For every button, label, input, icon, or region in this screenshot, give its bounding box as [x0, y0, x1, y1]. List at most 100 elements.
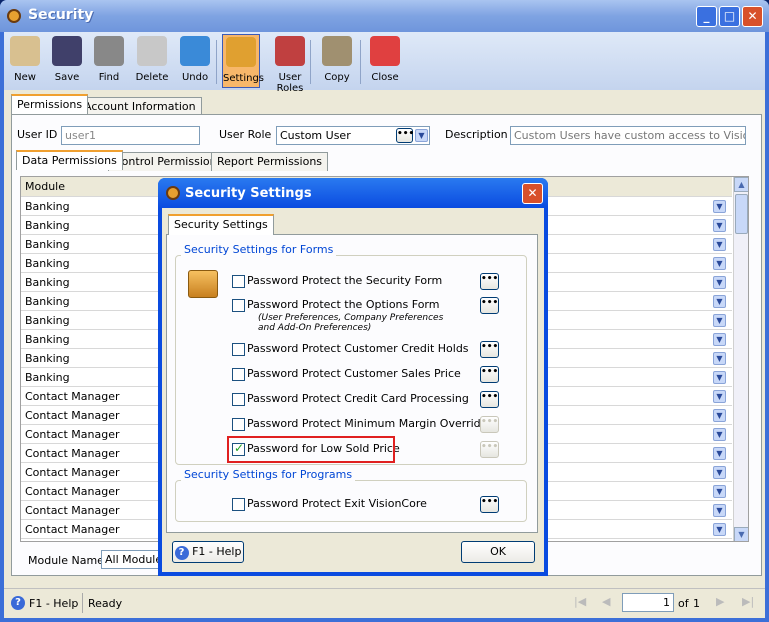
chevron-down-icon[interactable]: ▼ — [713, 390, 726, 403]
checkbox[interactable] — [232, 368, 245, 381]
minimize-button[interactable]: _ — [696, 6, 717, 27]
status-help[interactable]: F1 - Help — [29, 597, 78, 610]
configure-password-button[interactable]: ••• — [480, 273, 499, 290]
dialog-title-bar: Security Settings ✕ — [158, 178, 548, 208]
toolbar-label: Settings — [223, 73, 265, 84]
module-cell: Banking — [25, 371, 70, 384]
chevron-down-icon[interactable]: ▼ — [713, 352, 726, 365]
module-cell: Banking — [25, 219, 70, 232]
previous-page-icon[interactable]: ◀ — [602, 595, 610, 608]
dialog-help-button[interactable]: ? F1 - Help — [172, 541, 244, 563]
close-form-icon — [370, 36, 400, 66]
user-id-field[interactable]: user1 — [61, 126, 200, 145]
chevron-down-icon[interactable]: ▼ — [713, 219, 726, 232]
programs-group-label: Security Settings for Programs — [181, 468, 356, 481]
tab-report-permissions[interactable]: Report Permissions — [211, 152, 329, 171]
configure-password-button[interactable]: ••• — [480, 341, 499, 358]
module-cell: Banking — [25, 333, 70, 346]
toolbar-close-button[interactable]: Close — [367, 34, 403, 88]
ok-button[interactable]: OK — [461, 541, 535, 563]
highlight-box — [227, 436, 395, 463]
module-cell: Banking — [25, 276, 70, 289]
chevron-down-icon[interactable]: ▼ — [713, 257, 726, 270]
scroll-thumb[interactable] — [735, 194, 748, 234]
tab-security-settings[interactable]: Security Settings — [168, 214, 274, 235]
chevron-down-icon[interactable]: ▼ — [713, 295, 726, 308]
status-text: Ready — [88, 597, 123, 610]
module-cell: Contact Manager — [25, 428, 120, 441]
column-header-module[interactable]: Module — [25, 180, 65, 193]
window-title: Security — [28, 7, 94, 23]
first-page-icon[interactable]: |◀ — [574, 595, 586, 608]
module-cell: Contact Manager — [25, 390, 120, 403]
module-cell: Banking — [25, 257, 70, 270]
user-role-dropdown-icon[interactable]: ▼ — [415, 129, 428, 142]
lock-settings-icon — [226, 37, 256, 67]
chevron-down-icon[interactable]: ▼ — [713, 200, 726, 213]
checkbox[interactable] — [232, 393, 245, 406]
tab-data-permissions[interactable]: Data Permissions — [16, 150, 123, 170]
help-icon: ? — [11, 596, 25, 610]
maximize-button[interactable]: □ — [719, 6, 740, 27]
checkbox[interactable] — [232, 275, 245, 288]
chevron-down-icon[interactable]: ▼ — [713, 276, 726, 289]
next-page-icon[interactable]: ▶ — [716, 595, 724, 608]
scroll-down-button[interactable]: ▼ — [734, 527, 748, 541]
chevron-down-icon[interactable]: ▼ — [713, 504, 726, 517]
chevron-down-icon[interactable]: ▼ — [713, 314, 726, 327]
last-page-icon[interactable]: ▶| — [742, 595, 754, 608]
undo-icon — [180, 36, 210, 66]
forms-group-label: Security Settings for Forms — [181, 243, 337, 256]
trash-icon — [137, 36, 167, 66]
user-role-browse-button[interactable]: ••• — [396, 128, 414, 143]
page-number-input[interactable]: 1 — [622, 593, 674, 612]
chevron-down-icon[interactable]: ▼ — [713, 238, 726, 251]
dialog-close-button[interactable]: ✕ — [522, 183, 543, 204]
description-field[interactable]: Custom Users have custom access to Visio… — [510, 126, 746, 145]
chevron-down-icon[interactable]: ▼ — [713, 333, 726, 346]
toolbar-find-button[interactable]: Find — [92, 34, 126, 88]
configure-password-button[interactable]: ••• — [480, 297, 499, 314]
toolbar-label: Delete — [135, 72, 169, 83]
toolbar-save-button[interactable]: Save — [50, 34, 84, 88]
module-cell: Contact Manager — [25, 466, 120, 479]
chevron-down-icon[interactable]: ▼ — [713, 371, 726, 384]
option-note: (User Preferences, Company Preferences a… — [258, 313, 444, 333]
chevron-down-icon[interactable]: ▼ — [713, 409, 726, 422]
chevron-down-icon[interactable]: ▼ — [713, 447, 726, 460]
toolbar-new-button[interactable]: New — [8, 34, 42, 88]
toolbar-label: Copy — [324, 72, 350, 83]
option-label: Password Protect Customer Credit Holds — [247, 342, 469, 355]
chevron-down-icon[interactable]: ▼ — [713, 485, 726, 498]
toolbar-delete-button[interactable]: Delete — [135, 34, 169, 88]
toolbar-undo-button[interactable]: Undo — [178, 34, 212, 88]
configure-password-button: ••• — [480, 441, 499, 458]
close-window-button[interactable]: ✕ — [742, 6, 763, 27]
toolbar-label: Close — [371, 72, 399, 83]
checkbox[interactable] — [232, 343, 245, 356]
vertical-scrollbar[interactable]: ▲ ▼ — [733, 177, 748, 541]
scroll-up-button[interactable]: ▲ — [734, 177, 748, 192]
configure-password-button[interactable]: ••• — [480, 366, 499, 383]
module-cell: Banking — [25, 352, 70, 365]
title-bar: Security _ □ ✕ — [0, 0, 769, 32]
module-cell: Banking — [25, 200, 70, 213]
find-icon — [94, 36, 124, 66]
toolbar-copy-button[interactable]: Copy — [319, 34, 355, 88]
tab-permissions[interactable]: Permissions — [11, 94, 89, 114]
toolbar-user-roles-button[interactable]: User Roles — [264, 34, 316, 94]
chevron-down-icon[interactable]: ▼ — [713, 466, 726, 479]
app-icon — [7, 9, 21, 23]
toolbar-settings-button[interactable]: Settings — [222, 34, 264, 88]
module-cell: Banking — [25, 295, 70, 308]
checkbox[interactable] — [232, 299, 245, 312]
configure-password-button[interactable]: ••• — [480, 391, 499, 408]
toolbar-label: Save — [54, 72, 80, 83]
chevron-down-icon[interactable]: ▼ — [713, 523, 726, 536]
security-settings-dialog: Security Settings ✕ Security Settings Se… — [158, 178, 548, 576]
toolbar-label: User Roles — [276, 72, 304, 94]
checkbox[interactable] — [232, 418, 245, 431]
module-cell: Contact Manager — [25, 409, 120, 422]
configure-password-button: ••• — [480, 416, 499, 433]
chevron-down-icon[interactable]: ▼ — [713, 428, 726, 441]
